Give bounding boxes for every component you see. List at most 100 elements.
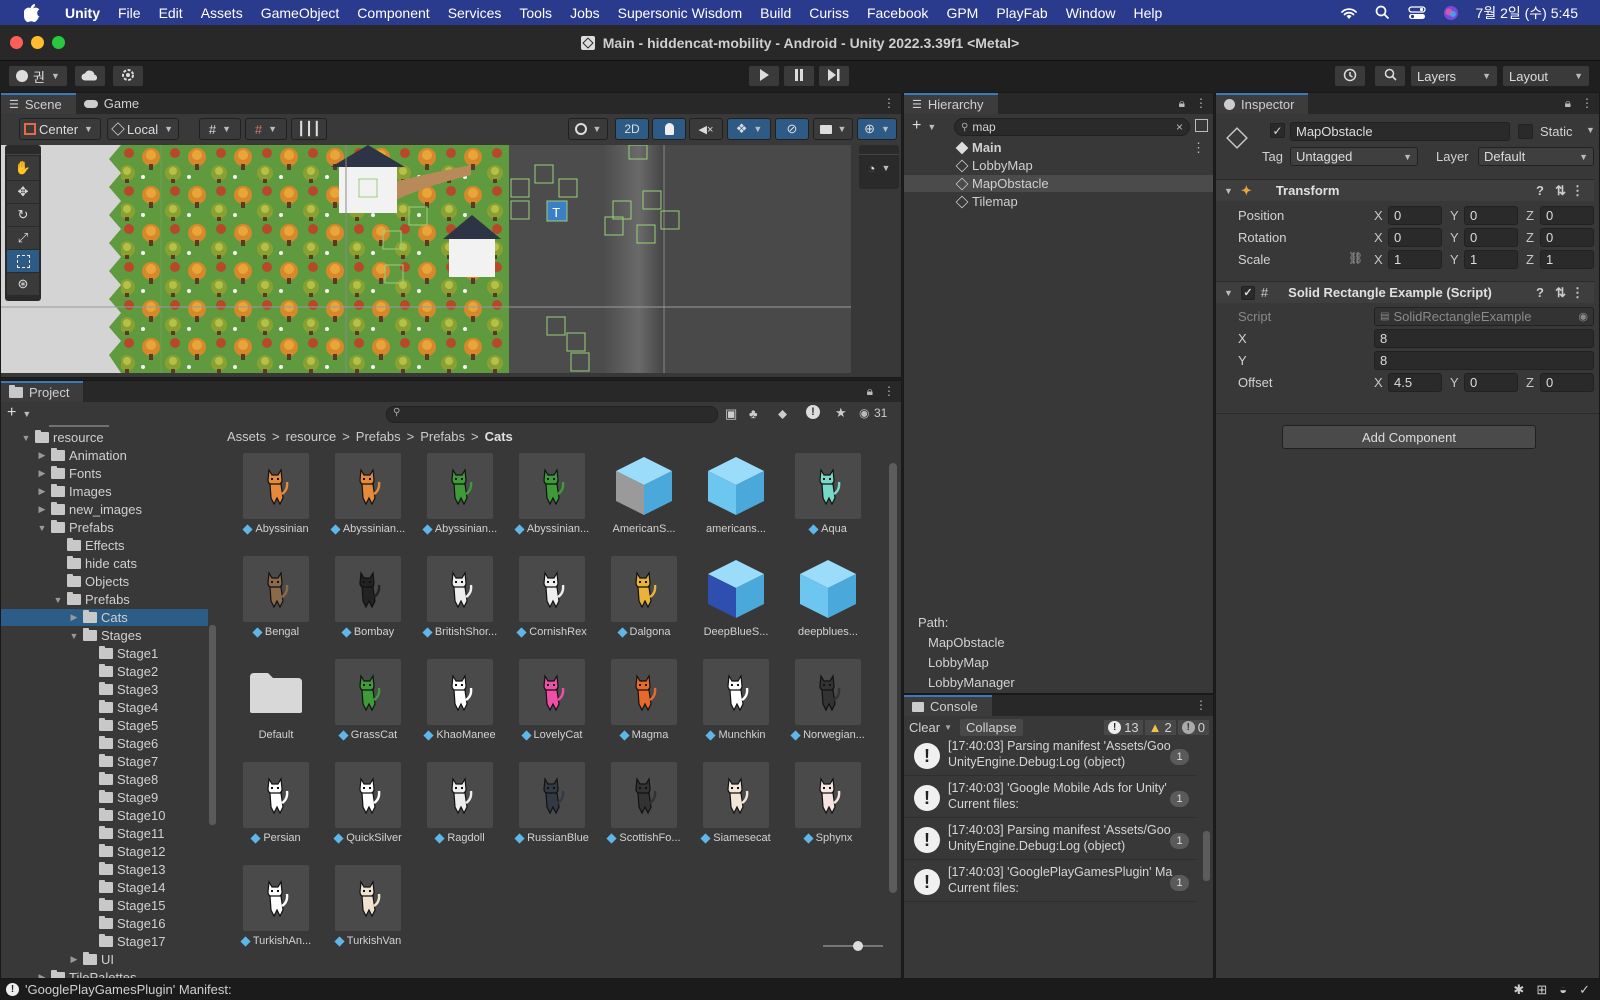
warning-filter-toggle[interactable]: ▲ 2 — [1144, 720, 1176, 735]
tool-palette-handle[interactable] — [5, 145, 41, 155]
tab-hierarchy[interactable]: ☰ Hierarchy — [904, 93, 998, 114]
compass-dropdown[interactable]: ◔ ▼ — [859, 155, 899, 181]
offset-y-field[interactable]: 0 — [1464, 373, 1518, 392]
console-scrollbar[interactable] — [1203, 831, 1210, 881]
menu-file[interactable]: File — [109, 5, 150, 21]
static-checkbox[interactable] — [1518, 124, 1533, 139]
hierarchy-item-tilemap[interactable]: Tilemap — [955, 193, 1213, 210]
create-dropdown[interactable]: + ▼ — [912, 117, 936, 135]
asset-item[interactable]: Norwegian... — [783, 659, 869, 755]
hierarchy-item-lobbymap[interactable]: LobbyMap — [955, 157, 1213, 174]
effects-dropdown[interactable]: ❖ ▼ — [727, 118, 771, 140]
tree-stage15[interactable]: Stage15 — [85, 897, 165, 914]
history-button[interactable] — [1334, 65, 1366, 87]
tree-stage2[interactable]: Stage2 — [85, 663, 158, 680]
more-options-icon[interactable]: ⋮ — [1571, 285, 1584, 301]
menu-tools[interactable]: Tools — [510, 5, 561, 21]
clear-search-icon[interactable]: × — [1176, 120, 1183, 134]
tab-inspector[interactable]: Inspector — [1216, 93, 1309, 114]
scale-x-field[interactable]: 1 — [1388, 250, 1442, 269]
tree-prefabs[interactable]: ▼ Prefabs — [37, 519, 114, 536]
tree-stage5[interactable]: Stage5 — [85, 717, 158, 734]
search-button[interactable] — [1374, 65, 1406, 87]
more-options-icon[interactable]: ⋮ — [1195, 96, 1207, 111]
grid-visibility-button[interactable]: # ▼ — [245, 118, 287, 140]
asset-item[interactable]: BritishShor... — [415, 556, 501, 652]
rotation-y-field[interactable]: 0 — [1464, 228, 1518, 247]
asset-item[interactable]: deepblues... — [783, 556, 869, 652]
script-component-header[interactable]: ▼ ✓ # Solid Rectangle Example (Script) ?… — [1216, 281, 1594, 303]
tree-stage8[interactable]: Stage8 — [85, 771, 158, 788]
tag-dropdown[interactable]: Untagged ▼ — [1290, 147, 1418, 166]
menu-gpm[interactable]: GPM — [937, 5, 987, 21]
tree-effects[interactable]: Effects — [53, 537, 125, 554]
asset-item[interactable]: Default — [231, 659, 317, 755]
path-item[interactable]: MapObstacle — [928, 635, 1005, 650]
pivot-dropdown[interactable]: Center ▼ — [19, 118, 101, 140]
error-filter-toggle[interactable]: ! 0 — [1177, 720, 1209, 735]
services-button[interactable] — [112, 65, 144, 87]
bug-icon[interactable]: ✱ — [1513, 982, 1524, 998]
tab-project[interactable]: Project — [1, 381, 84, 402]
pause-button[interactable] — [783, 65, 815, 87]
tab-game[interactable]: Game — [76, 93, 153, 114]
menu-services[interactable]: Services — [439, 5, 511, 21]
tag-icon[interactable]: ⬥ — [778, 406, 787, 422]
more-options-icon[interactable]: ⋮ — [1195, 698, 1207, 712]
tree-stage13[interactable]: Stage13 — [85, 861, 165, 878]
layout-dropdown[interactable]: Layout ▼ — [1502, 65, 1590, 87]
preset-icon[interactable]: ⇅ — [1555, 285, 1566, 301]
more-options-icon[interactable]: ⋮ — [1581, 96, 1593, 111]
breadcrumb-item[interactable]: Prefabs — [420, 429, 465, 444]
minimize-window-button[interactable] — [31, 36, 44, 49]
tree-new-images[interactable]: ▶ new_images — [37, 501, 142, 518]
asset-item[interactable]: RussianBlue — [507, 762, 593, 858]
log-filter-toggle[interactable]: ! 13 — [1104, 720, 1143, 735]
tree-tilepalettes[interactable]: ▶ TilePalettes — [37, 969, 136, 978]
help-icon[interactable]: ? — [1536, 285, 1544, 300]
tree-scrollbar[interactable] — [209, 625, 216, 825]
offset-z-field[interactable]: 0 — [1540, 373, 1594, 392]
add-component-button[interactable]: Add Component — [1282, 425, 1536, 449]
progress-icon[interactable]: ◒ — [1559, 982, 1567, 998]
draw-mode-dropdown[interactable]: ▼ — [568, 118, 608, 140]
menu-curiss[interactable]: Curiss — [800, 5, 858, 21]
asset-item[interactable]: DeepBlueS... — [691, 556, 777, 652]
asset-item[interactable]: Abyssinian — [231, 453, 317, 549]
favorite-star-icon[interactable]: ★ — [835, 405, 847, 421]
zoom-window-button[interactable] — [52, 36, 65, 49]
camera-dropdown[interactable]: ▼ — [813, 118, 853, 140]
script-reference-field[interactable]: ▤ SolidRectangleExample ◉ — [1374, 307, 1594, 326]
asset-item[interactable]: TurkishVan — [323, 865, 409, 953]
tab-console[interactable]: Console — [904, 695, 992, 716]
breadcrumb-item[interactable]: Prefabs — [356, 429, 401, 444]
more-options-icon[interactable]: ⋮ — [1192, 140, 1205, 156]
tree-stage10[interactable]: Stage10 — [85, 807, 165, 824]
overlay-handle[interactable] — [859, 145, 899, 155]
position-x-field[interactable]: 0 — [1388, 206, 1442, 225]
layers-dropdown[interactable]: Layers ▼ — [1410, 65, 1498, 87]
transform-tool-button[interactable]: ⊛ — [7, 273, 39, 295]
rotation-z-field[interactable]: 0 — [1540, 228, 1594, 247]
clear-button[interactable]: Clear — [904, 720, 944, 735]
hierarchy-search-field[interactable]: ⚲ map × — [954, 118, 1190, 136]
control-center-icon[interactable] — [1407, 5, 1426, 21]
search-icon[interactable] — [1374, 5, 1392, 21]
asset-item[interactable]: Dalgona — [599, 556, 685, 652]
space-dropdown[interactable]: Local ▼ — [107, 118, 179, 140]
siri-icon[interactable] — [1442, 5, 1460, 21]
search-by-type-icon[interactable]: ▣ — [725, 406, 737, 422]
zoom-slider[interactable] — [823, 939, 883, 953]
asset-item[interactable]: KhaoManee — [415, 659, 501, 755]
cloud-button[interactable] — [74, 65, 106, 87]
asset-item[interactable]: Sphynx — [783, 762, 869, 858]
scene-viewport[interactable]: T — [1, 145, 851, 373]
asset-item[interactable]: Persian — [231, 762, 317, 858]
menu-playfab[interactable]: PlayFab — [987, 5, 1056, 21]
asset-item[interactable]: Abyssinian... — [415, 453, 501, 549]
lock-icon[interactable]: 🔒︎ — [1179, 96, 1185, 111]
asset-item[interactable]: Ragdoll — [415, 762, 501, 858]
menu-jobs[interactable]: Jobs — [561, 5, 609, 21]
asset-item[interactable]: Bombay — [323, 556, 409, 652]
path-item[interactable]: LobbyMap — [928, 655, 989, 670]
